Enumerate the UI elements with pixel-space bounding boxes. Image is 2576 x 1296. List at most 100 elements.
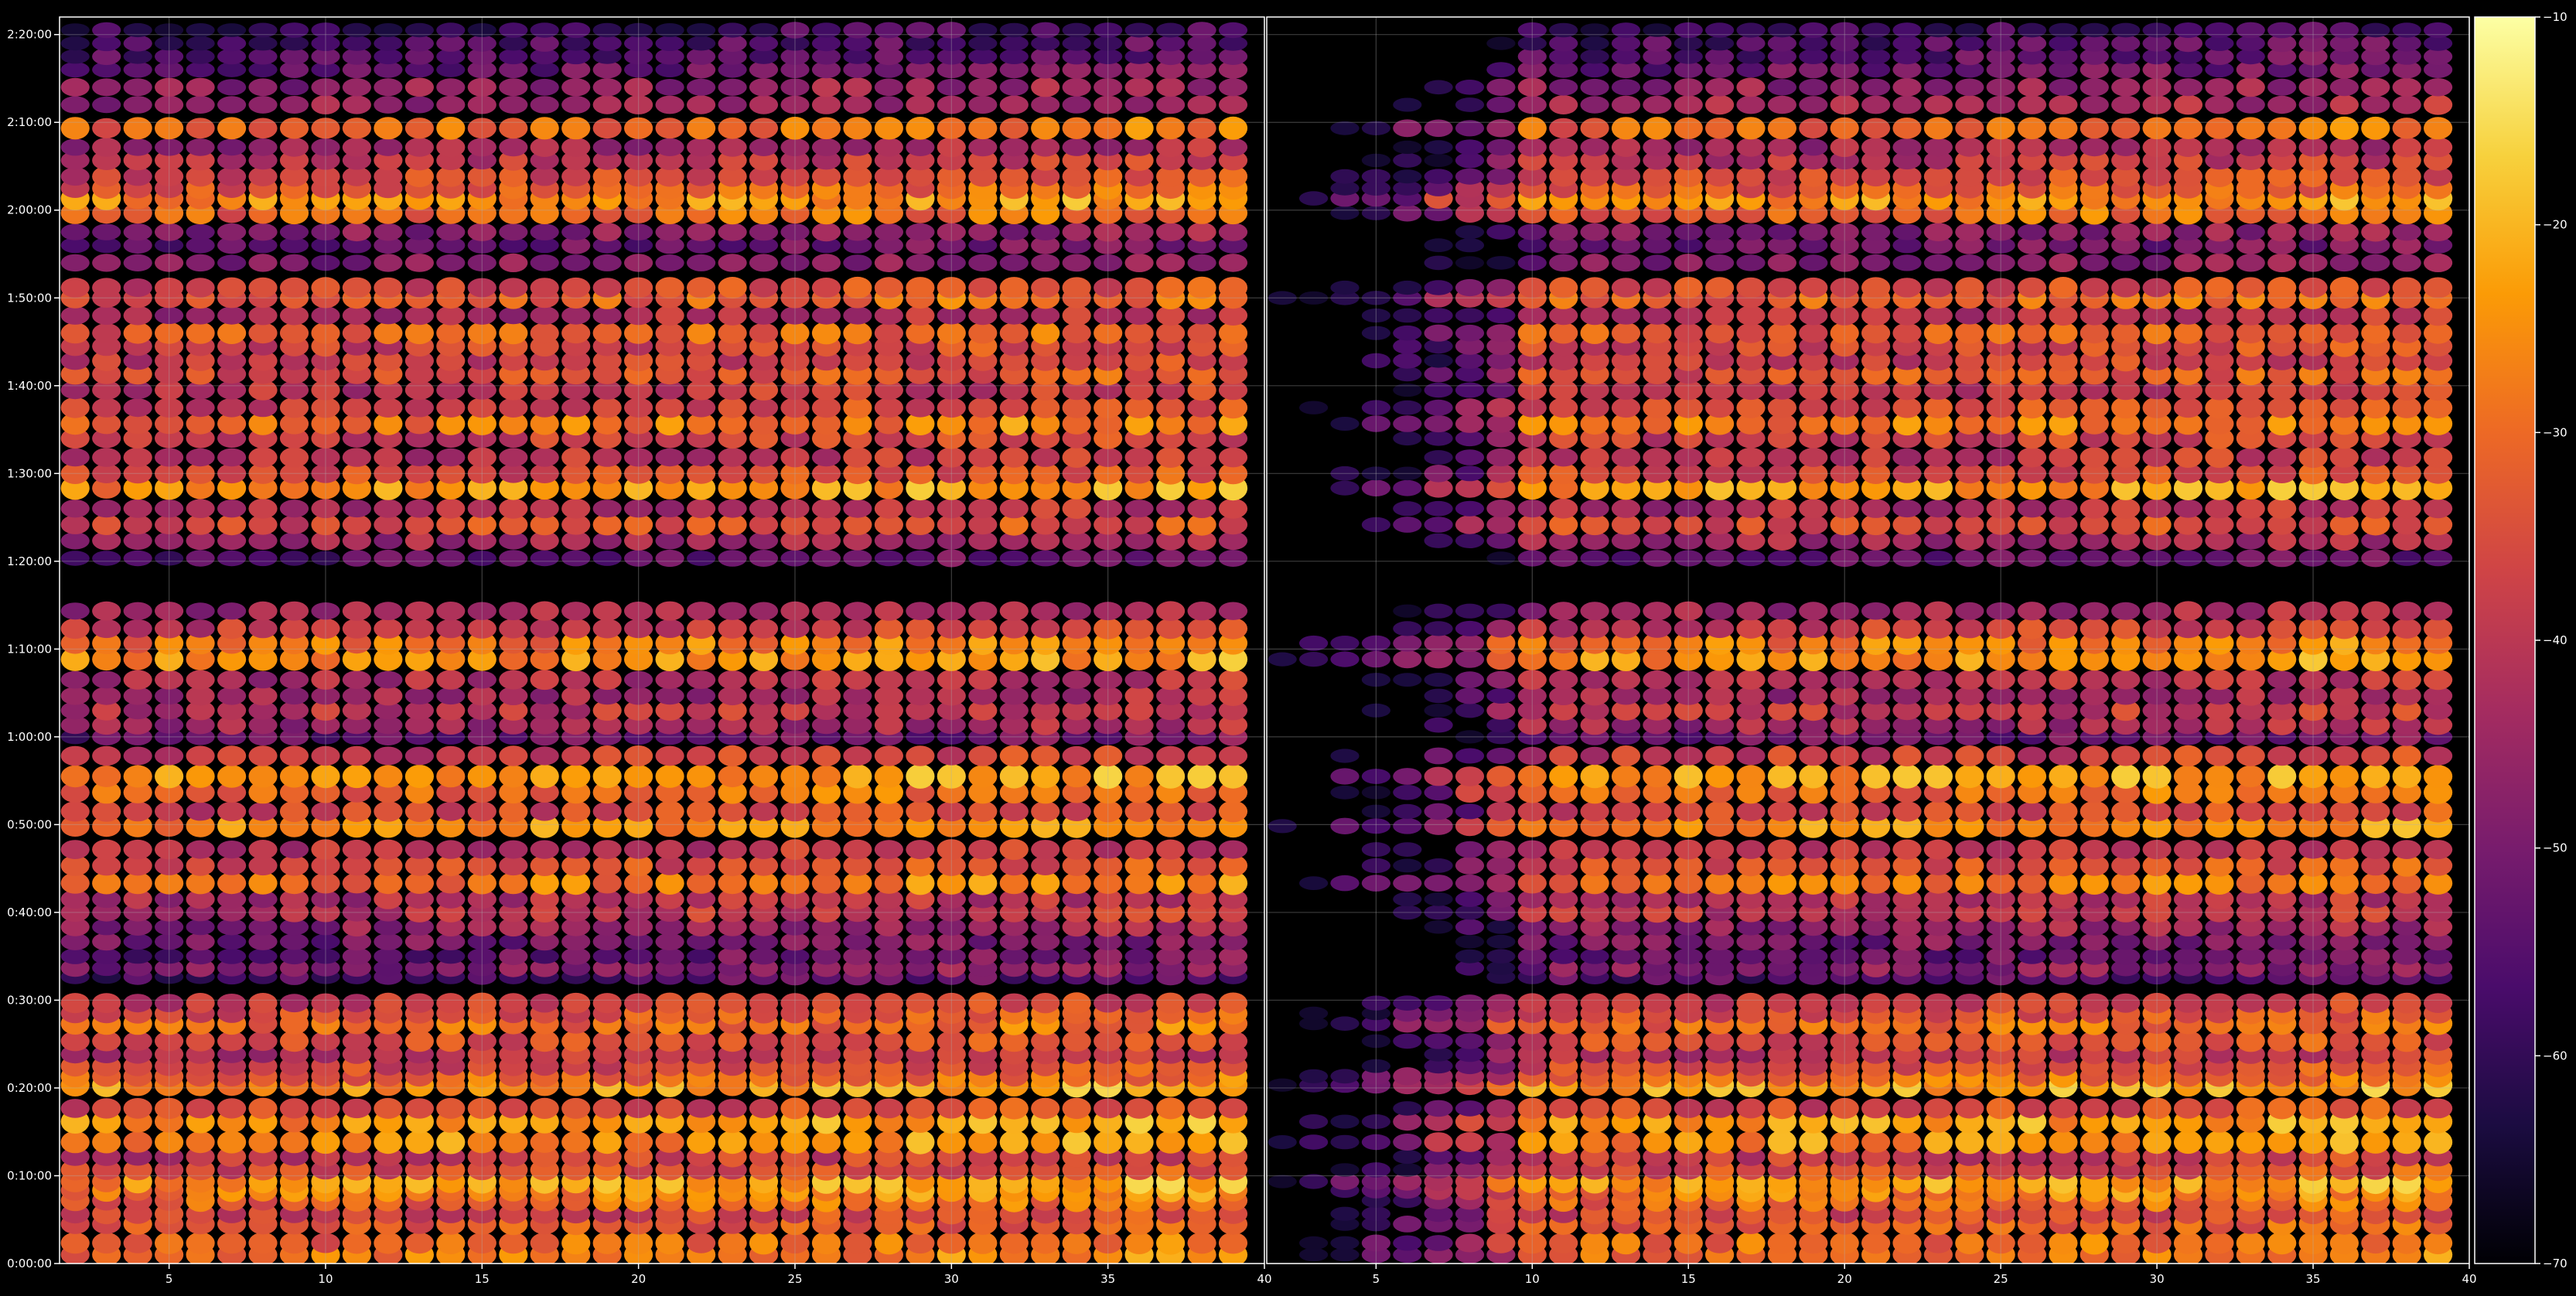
heatmap-cell-left — [843, 22, 872, 38]
heatmap-cell-left — [61, 746, 90, 766]
heatmap-cell-right — [1768, 397, 1796, 418]
heatmap-cell-left — [561, 1131, 590, 1153]
heatmap-cell-right — [2111, 618, 2140, 639]
heatmap-cell-right — [2111, 322, 2140, 344]
heatmap-cell-right — [1612, 1098, 1640, 1120]
heatmap-cell-right — [1705, 305, 1734, 326]
heatmap-cell-left — [405, 602, 434, 621]
heatmap-cell-right — [1799, 948, 1827, 964]
heatmap-cell-right — [1924, 254, 1953, 271]
heatmap-cell-left — [687, 277, 715, 298]
heatmap-cell-right — [1424, 1033, 1453, 1049]
heatmap-cell-left — [280, 118, 309, 139]
heatmap-cell-right — [2080, 1232, 2109, 1255]
heatmap-cell-left — [718, 745, 747, 766]
heatmap-cell-left — [436, 448, 465, 466]
heatmap-cell-right — [1455, 1132, 1484, 1152]
heatmap-cell-right — [1643, 223, 1671, 240]
heatmap-cell-right — [1892, 118, 1921, 139]
heatmap-cell-right — [1768, 670, 1796, 690]
heatmap-cell-left — [1188, 22, 1216, 39]
heatmap-cell-left — [61, 62, 90, 77]
heatmap-cell-left — [186, 765, 215, 788]
heatmap-cell-left — [687, 1233, 715, 1253]
heatmap-cell-right — [2049, 1232, 2077, 1254]
heatmap-cell-left — [217, 670, 246, 689]
heatmap-cell-left — [561, 138, 590, 157]
heatmap-cell-right — [1736, 1098, 1765, 1118]
heatmap-cell-right — [1924, 35, 1953, 52]
heatmap-cell-left — [280, 254, 309, 271]
heatmap-cell-left — [61, 671, 90, 689]
heatmap-cell-left — [92, 619, 121, 638]
heatmap-cell-left — [1188, 602, 1216, 620]
heatmap-cell-left — [186, 398, 215, 417]
heatmap-cell-left — [436, 766, 465, 788]
heatmap-cell-left — [186, 306, 215, 324]
heatmap-cell-right — [1924, 223, 1953, 241]
heatmap-cell-right — [2111, 78, 2140, 97]
heatmap-cell-right — [1455, 449, 1484, 466]
heatmap-cell-left — [561, 841, 590, 859]
heatmap-cell-right — [1299, 191, 1328, 206]
heatmap-cell-right — [1549, 36, 1578, 52]
heatmap-cell-right — [1861, 670, 1890, 689]
heatmap-cell-left — [436, 1232, 465, 1254]
heatmap-cell-right — [1736, 670, 1765, 690]
heatmap-cell-right — [1581, 802, 1609, 822]
heatmap-cell-left — [124, 949, 152, 963]
heatmap-cell-left — [248, 138, 277, 156]
heatmap-cell-left — [436, 138, 465, 157]
heatmap-cell-left — [1000, 1097, 1029, 1119]
heatmap-cell-right — [1705, 1233, 1734, 1253]
heatmap-cell-left — [906, 499, 934, 518]
heatmap-cell-left — [92, 551, 121, 566]
heatmap-cell-right — [1612, 687, 1640, 704]
heatmap-cell-left — [593, 500, 622, 517]
heatmap-cell-right — [1581, 1098, 1609, 1119]
heatmap-cell-left — [593, 397, 622, 418]
heatmap-cell-right — [2080, 305, 2109, 325]
heatmap-cell-right — [1705, 619, 1734, 638]
heatmap-cell-left — [374, 138, 402, 156]
heatmap-cell-left — [1188, 994, 1216, 1013]
heatmap-cell-right — [1424, 354, 1453, 368]
heatmap-cell-left — [1063, 138, 1091, 156]
heatmap-cell-left — [405, 23, 434, 37]
heatmap-cell-right — [1486, 324, 1515, 342]
heatmap-cell-left — [436, 223, 465, 241]
heatmap-cell-right — [1768, 448, 1796, 467]
heatmap-cell-left — [405, 765, 434, 788]
heatmap-cell-left — [405, 448, 434, 466]
heatmap-cell-right — [1581, 277, 1609, 298]
heatmap-cell-left — [656, 515, 684, 535]
heatmap-cell-left — [968, 551, 997, 566]
heatmap-cell-left — [280, 79, 309, 95]
heatmap-cell-right — [2018, 1099, 2046, 1118]
heatmap-cell-right — [1799, 36, 1827, 51]
heatmap-cell-left — [343, 746, 371, 766]
heatmap-cell-right — [1424, 517, 1453, 533]
heatmap-cell-left — [1031, 948, 1059, 964]
heatmap-cell-left — [812, 138, 841, 156]
heatmap-cell-right — [1768, 138, 1796, 156]
heatmap-cell-right — [2080, 550, 2109, 566]
heatmap-cell-left — [718, 619, 747, 639]
heatmap-cell-left — [124, 117, 152, 139]
heatmap-cell-left — [875, 499, 903, 519]
heatmap-cell-right — [1643, 746, 1671, 766]
heatmap-cell-left — [280, 278, 309, 298]
heatmap-cell-left — [843, 322, 872, 344]
heatmap-cell-right — [1799, 138, 1827, 155]
heatmap-cell-right — [1393, 1216, 1421, 1233]
heatmap-cell-left — [374, 322, 402, 344]
heatmap-cell-left — [92, 1233, 121, 1253]
heatmap-cell-left — [749, 398, 778, 418]
heatmap-cell-left — [561, 117, 590, 139]
heatmap-cell-right — [1955, 602, 1984, 620]
heatmap-cell-left — [906, 1233, 934, 1253]
heatmap-cell-right — [1393, 326, 1421, 341]
heatmap-cell-right — [1330, 169, 1359, 184]
heatmap-cell-left — [812, 619, 841, 639]
heatmap-cell-left — [561, 254, 590, 271]
